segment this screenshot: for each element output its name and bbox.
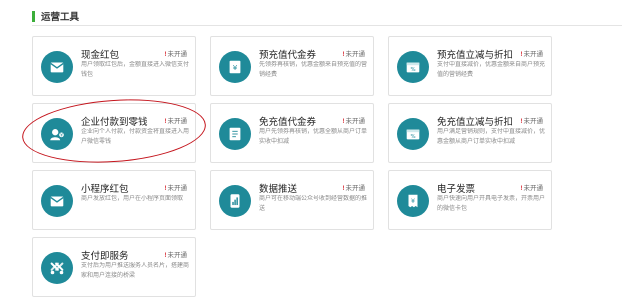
card-description: 商户发放红包，用户在小程序页面领取 [81, 196, 184, 202]
warning-icon: ! [520, 118, 523, 125]
tool-card-prepaid-discount[interactable]: % 预充值立减与折扣 !未开通 支付中直接减价，优惠金额来自商户预充值的营销经费 [388, 36, 552, 96]
card-description: 商户可在移动端公众号收到经营数据的推送 [259, 196, 367, 212]
tool-card-free-discount[interactable]: % 免充值立减与折扣 !未开通 用户满足营销规则，支付中直接减价，优惠金额从商户… [388, 103, 552, 163]
section-header: 运营工具 [32, 8, 79, 24]
service-icon [41, 252, 73, 284]
status-text: 未开通 [345, 51, 366, 58]
svg-text:%: % [410, 134, 415, 140]
card-title: 小程序红包 [81, 184, 129, 195]
svg-text:¥: ¥ [60, 133, 63, 138]
card-title: 预充值立减与折扣 [437, 50, 514, 61]
status-badge: !未开通 [164, 182, 187, 192]
svg-text:%: % [410, 67, 415, 73]
section-accent-bar [32, 10, 35, 22]
red-envelope-icon [41, 51, 73, 83]
status-text: 未开通 [523, 51, 544, 58]
card-title: 企业付款到零钱 [81, 117, 148, 128]
status-text: 未开通 [523, 118, 544, 125]
section-title: 运营工具 [41, 12, 80, 23]
status-badge: !未开通 [164, 48, 187, 58]
card-description: 商户快速向用户开具电子发票，开票用户的微信卡包 [437, 196, 545, 212]
tool-card-pay-as-service[interactable]: 支付即服务 !未开通 支付后为用户推送服务人员名片，搭建商家和用户连接的桥梁 [32, 237, 196, 297]
warning-icon: ! [342, 51, 345, 58]
invoice-icon: ¥ [397, 185, 429, 217]
tool-card-prepaid-coupon[interactable]: ¥ 预充值代金券 !未开通 先领券再核销，优惠金额来自预充值的营销经费 [210, 36, 374, 96]
data-push-icon [219, 185, 251, 217]
status-badge: !未开通 [342, 115, 365, 125]
status-badge: !未开通 [342, 48, 365, 58]
warning-icon: ! [164, 118, 167, 125]
warning-icon: ! [342, 185, 345, 192]
card-title: 现金红包 [81, 50, 120, 61]
tool-card-mini-program-envelope[interactable]: 小程序红包 !未开通 商户发放红包，用户在小程序页面领取 [32, 170, 196, 230]
tool-card-enterprise-payment[interactable]: ¥ 企业付款到零钱 !未开通 企业向个人付款，付款资金将直接进入用户微信零钱 [32, 103, 196, 163]
status-text: 未开通 [167, 252, 188, 259]
card-title: 电子发票 [437, 184, 476, 195]
warning-icon: ! [520, 185, 523, 192]
status-badge: !未开通 [520, 115, 543, 125]
status-badge: !未开通 [520, 48, 543, 58]
status-badge: !未开通 [520, 182, 543, 192]
tool-card-e-invoice[interactable]: ¥ 电子发票 !未开通 商户快速向用户开具电子发票，开票用户的微信卡包 [388, 170, 552, 230]
warning-icon: ! [164, 185, 167, 192]
status-text: 未开通 [167, 118, 188, 125]
status-text: 未开通 [345, 118, 366, 125]
section-divider [32, 25, 622, 26]
tool-card-data-push[interactable]: 数据推送 !未开通 商户可在移动端公众号收到经营数据的推送 [210, 170, 374, 230]
mini-program-envelope-icon [41, 185, 73, 217]
status-badge: !未开通 [164, 115, 187, 125]
tool-card-free-coupon[interactable]: 免充值代金券 !未开通 用户先领券再核销，优惠全额从商户订单实收中扣减 [210, 103, 374, 163]
card-title: 免充值立减与折扣 [437, 117, 514, 128]
payment-to-wallet-icon: ¥ [41, 118, 73, 150]
card-description: 用户先领券再核销，优惠全额从商户订单实收中扣减 [259, 129, 367, 145]
card-description: 企业向个人付款，付款资金将直接进入用户微信零钱 [81, 129, 189, 145]
card-title: 数据推送 [259, 184, 298, 195]
status-text: 未开通 [523, 185, 544, 192]
coupon-icon [219, 118, 251, 150]
card-description: 支付后为用户推送服务人员名片，搭建商家和用户连接的桥梁 [81, 263, 189, 279]
warning-icon: ! [520, 51, 523, 58]
status-badge: !未开通 [164, 249, 187, 259]
card-title: 免充值代金券 [259, 117, 317, 128]
svg-text:¥: ¥ [233, 63, 238, 72]
svg-text:¥: ¥ [411, 198, 415, 205]
discount-icon: % [397, 118, 429, 150]
card-description: 支付中直接减价，优惠金额来自商户预充值的营销经费 [437, 62, 545, 78]
discount-icon: % [397, 51, 429, 83]
card-title: 支付即服务 [81, 251, 129, 262]
card-description: 用户领取红包后，金额直接进入微信支付钱包 [81, 62, 189, 78]
warning-icon: ! [342, 118, 345, 125]
card-title: 预充值代金券 [259, 50, 317, 61]
status-text: 未开通 [167, 185, 188, 192]
card-description: 先领券再核销，优惠金额来自预充值的营销经费 [259, 62, 367, 78]
coupon-icon: ¥ [219, 51, 251, 83]
warning-icon: ! [164, 51, 167, 58]
status-text: 未开通 [345, 185, 366, 192]
status-text: 未开通 [167, 51, 188, 58]
tool-card-cash-red-envelope[interactable]: 现金红包 !未开通 用户领取红包后，金额直接进入微信支付钱包 [32, 36, 196, 96]
card-description: 用户满足营销规则，支付中直接减价，优惠金额从商户订单实收中扣减 [437, 129, 545, 145]
warning-icon: ! [164, 252, 167, 259]
status-badge: !未开通 [342, 182, 365, 192]
